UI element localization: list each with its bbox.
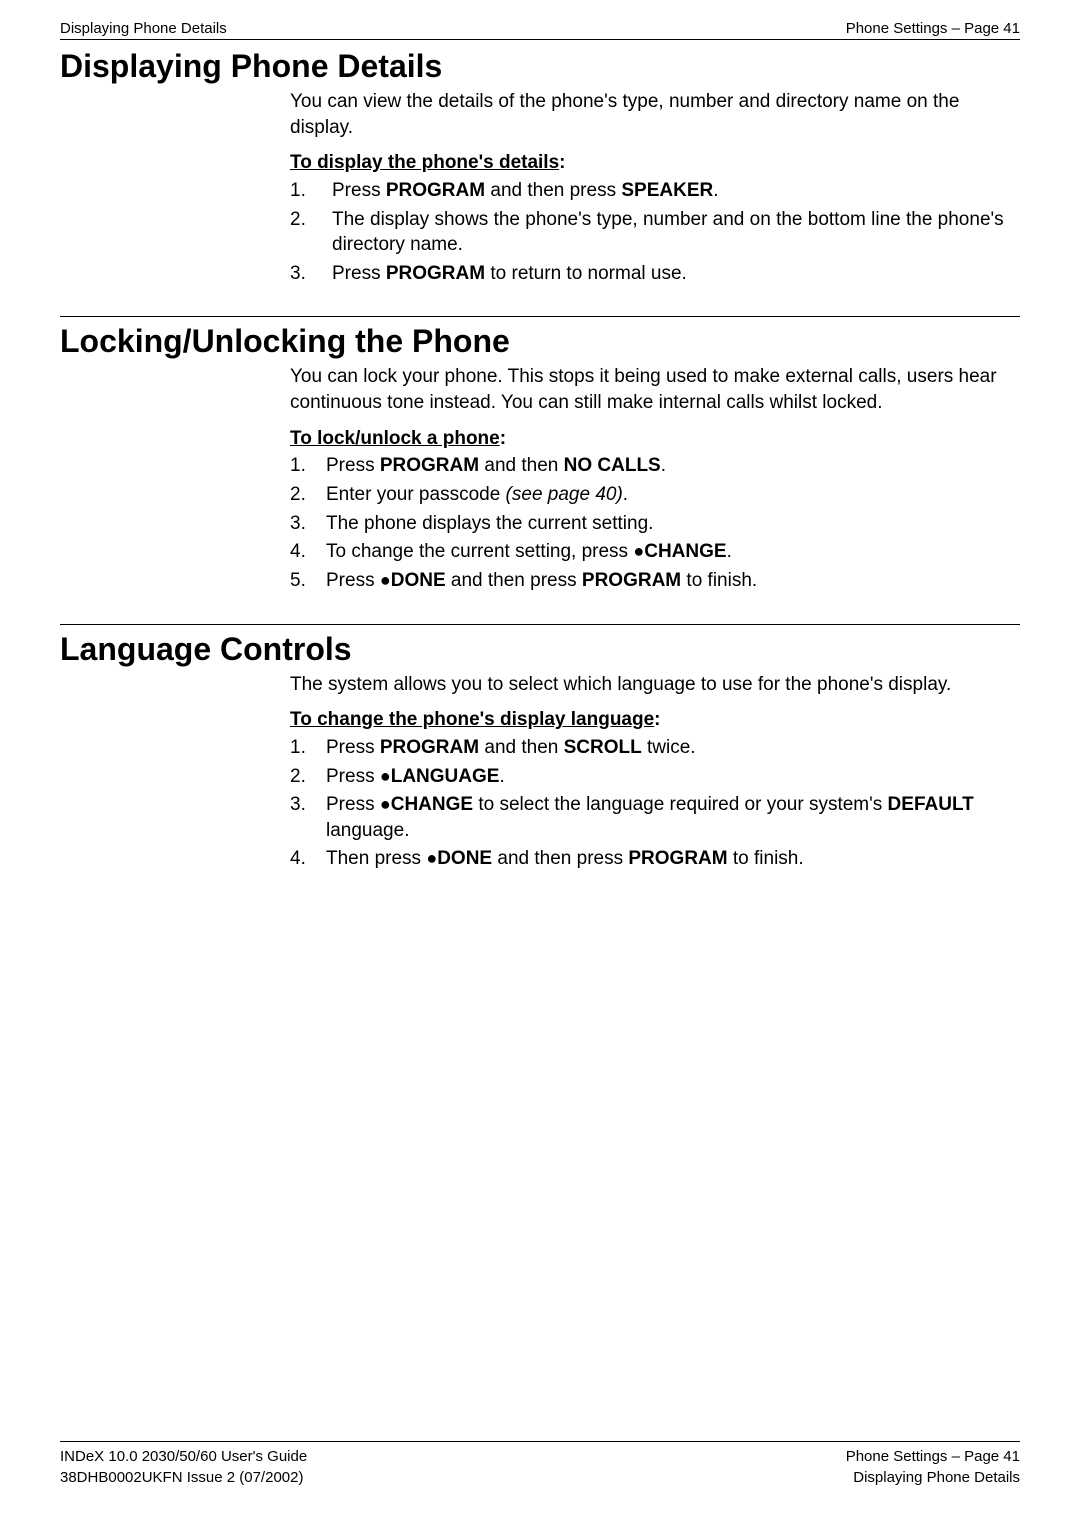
step-item: 1. Press PROGRAM and then press SPEAKER. — [290, 178, 1020, 204]
page-header: Displaying Phone Details Phone Settings … — [60, 20, 1020, 37]
section1-steps: 1. Press PROGRAM and then press SPEAKER.… — [290, 178, 1020, 287]
subheading-text: To display the phone's details — [290, 152, 559, 173]
step-number: 2. — [290, 764, 306, 790]
step-text: Then press ●DONE and then press PROGRAM … — [326, 848, 804, 869]
step-number: 4. — [290, 846, 306, 872]
step-number: 2. — [290, 207, 306, 233]
step-text: Press PROGRAM and then SCROLL twice. — [326, 737, 696, 758]
step-item: 2. Enter your passcode (see page 40). — [290, 482, 1020, 508]
step-item: 4. To change the current setting, press … — [290, 539, 1020, 565]
step-text: The phone displays the current setting. — [326, 513, 653, 534]
step-text: Press ●LANGUAGE. — [326, 766, 505, 787]
step-text: Press PROGRAM to return to normal use. — [332, 263, 687, 284]
step-item: 1. Press PROGRAM and then SCROLL twice. — [290, 735, 1020, 761]
step-text: To change the current setting, press ●CH… — [326, 541, 732, 562]
step-text: Enter your passcode (see page 40). — [326, 484, 628, 505]
step-number: 2. — [290, 482, 306, 508]
section3-subheading: To change the phone's display language: — [290, 707, 1020, 733]
footer-left: INDeX 10.0 2030/50/60 User's Guide 38DHB… — [60, 1446, 307, 1488]
step-text: Press PROGRAM and then NO CALLS. — [326, 455, 666, 476]
step-item: 2. Press ●LANGUAGE. — [290, 764, 1020, 790]
page-footer: INDeX 10.0 2030/50/60 User's Guide 38DHB… — [60, 1441, 1020, 1488]
section1-intro: You can view the details of the phone's … — [290, 89, 1020, 140]
footer-left-line2: 38DHB0002UKFN Issue 2 (07/2002) — [60, 1467, 307, 1488]
section-title-displaying-phone-details: Displaying Phone Details — [60, 48, 1020, 85]
step-item: 4. Then press ●DONE and then press PROGR… — [290, 846, 1020, 872]
step-item: 3. Press ●CHANGE to select the language … — [290, 792, 1020, 843]
step-text: Press PROGRAM and then press SPEAKER. — [332, 180, 719, 201]
subheading-colon: : — [654, 709, 660, 730]
bullet-icon: ● — [426, 848, 437, 868]
step-number: 3. — [290, 261, 306, 287]
bullet-icon: ● — [380, 766, 391, 786]
bullet-icon: ● — [633, 541, 644, 561]
section2-body: You can lock your phone. This stops it b… — [290, 364, 1020, 593]
header-right: Phone Settings – Page 41 — [846, 20, 1020, 37]
footer-right-line1: Phone Settings – Page 41 — [846, 1446, 1020, 1467]
section1-body: You can view the details of the phone's … — [290, 89, 1020, 286]
step-item: 1. Press PROGRAM and then NO CALLS. — [290, 453, 1020, 479]
step-item: 5. Press ●DONE and then press PROGRAM to… — [290, 568, 1020, 594]
section2-subheading: To lock/unlock a phone: — [290, 426, 1020, 452]
section-title-language-controls: Language Controls — [60, 631, 1020, 668]
section3-body: The system allows you to select which la… — [290, 672, 1020, 872]
step-number: 1. — [290, 735, 306, 761]
subheading-text: To lock/unlock a phone — [290, 428, 500, 449]
step-number: 4. — [290, 539, 306, 565]
step-number: 3. — [290, 511, 306, 537]
section-divider — [60, 624, 1020, 625]
section1-subheading: To display the phone's details: — [290, 150, 1020, 176]
footer-right: Phone Settings – Page 41 Displaying Phon… — [846, 1446, 1020, 1488]
subheading-text: To change the phone's display language — [290, 709, 654, 730]
section2-steps: 1. Press PROGRAM and then NO CALLS. 2. E… — [290, 453, 1020, 593]
subheading-colon: : — [500, 428, 506, 449]
section3-steps: 1. Press PROGRAM and then SCROLL twice. … — [290, 735, 1020, 872]
step-item: 3. The phone displays the current settin… — [290, 511, 1020, 537]
bullet-icon: ● — [380, 570, 391, 590]
section3-intro: The system allows you to select which la… — [290, 672, 1020, 698]
step-number: 3. — [290, 792, 306, 818]
step-text: Press ●DONE and then press PROGRAM to fi… — [326, 570, 757, 591]
section-title-locking-unlocking: Locking/Unlocking the Phone — [60, 323, 1020, 360]
step-item: 3. Press PROGRAM to return to normal use… — [290, 261, 1020, 287]
step-text: Press ●CHANGE to select the language req… — [326, 794, 974, 841]
step-text: The display shows the phone's type, numb… — [332, 209, 1004, 256]
footer-right-line2: Displaying Phone Details — [846, 1467, 1020, 1488]
step-item: 2. The display shows the phone's type, n… — [290, 207, 1020, 258]
section2-intro: You can lock your phone. This stops it b… — [290, 364, 1020, 415]
header-divider — [60, 39, 1020, 40]
subheading-colon: : — [559, 152, 565, 173]
step-number: 1. — [290, 453, 306, 479]
footer-divider — [60, 1441, 1020, 1442]
footer-row: INDeX 10.0 2030/50/60 User's Guide 38DHB… — [60, 1446, 1020, 1488]
bullet-icon: ● — [380, 794, 391, 814]
footer-left-line1: INDeX 10.0 2030/50/60 User's Guide — [60, 1446, 307, 1467]
step-number: 5. — [290, 568, 306, 594]
header-left: Displaying Phone Details — [60, 20, 227, 37]
section-divider — [60, 316, 1020, 317]
step-number: 1. — [290, 178, 306, 204]
